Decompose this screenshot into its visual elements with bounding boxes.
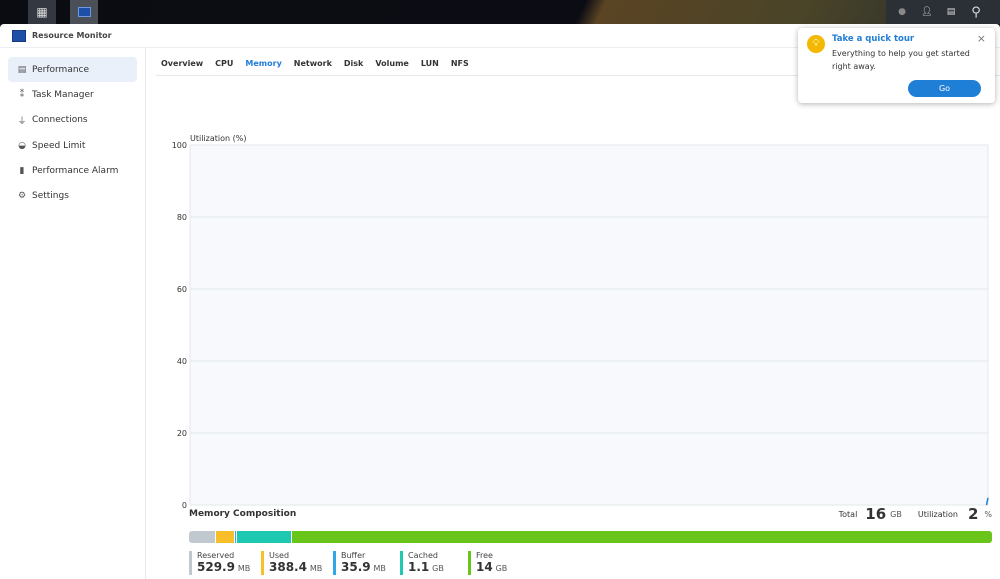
legend-label: Free	[476, 551, 493, 560]
gear-icon: ⚙	[17, 191, 27, 202]
quick-tour-popup: 💡︎ Take a quick tour Everything to help …	[798, 28, 995, 103]
legend-buffer: Buffer 35.9 MB	[333, 551, 400, 575]
legend-unit: MB	[237, 564, 251, 573]
utilization-chart: 0 20 40 60 80 100Utilization (%)	[172, 134, 989, 510]
window-title: Resource Monitor	[32, 31, 112, 40]
main-menu-button[interactable]: ▦	[28, 0, 56, 24]
sidebar-item-label: Performance	[32, 64, 90, 75]
chat-button[interactable]: ●	[888, 0, 916, 24]
y-tick-label: 100	[172, 141, 187, 150]
user-icon: 👤︎	[921, 7, 933, 17]
tab-lun[interactable]: LUN	[416, 59, 446, 68]
legend-free: Free 14 GB	[468, 551, 528, 575]
tab-network[interactable]: Network	[289, 59, 339, 68]
bar-segment-free	[290, 531, 992, 543]
tab-disk[interactable]: Disk	[339, 59, 370, 68]
legend-label: Buffer	[341, 551, 366, 560]
composition-bar	[189, 531, 992, 543]
y-tick-label: 40	[177, 357, 187, 366]
app-icon	[12, 29, 26, 42]
task-manager-icon: ⁑	[19, 89, 25, 100]
memory-composition: Memory Composition Total 16 GB Utilizati…	[189, 504, 992, 575]
tab-volume[interactable]: Volume	[370, 59, 415, 68]
utilization-value: 2	[967, 505, 979, 523]
tab-memory[interactable]: Memory	[240, 59, 288, 68]
sidebar-item-label: Connections	[32, 115, 88, 126]
legend-cached: Cached 1.1 GB	[400, 551, 468, 575]
sidebar-item-performance-alarm[interactable]: ▮ Performance Alarm	[8, 159, 137, 184]
legend-value: 35.9	[341, 560, 371, 574]
sidebar-item-task-manager[interactable]: ⁑ Task Manager	[8, 82, 137, 107]
y-tick-label: 20	[177, 429, 187, 438]
legend-value: 388.4	[269, 560, 307, 574]
sidebar-item-speed-limit[interactable]: ◒ Speed Limit	[8, 133, 137, 158]
gauge-icon: ◒	[18, 140, 26, 151]
resource-monitor-window: Resource Monitor ▤ Performance ⁑ Task Manag…	[0, 24, 1000, 579]
performance-icon: ▤	[17, 64, 27, 75]
widgets-icon: ▤	[946, 7, 956, 17]
search-button[interactable]: ⚲	[962, 0, 990, 24]
legend-unit: MB	[309, 564, 323, 573]
legend-unit: MB	[373, 564, 386, 573]
tab-cpu[interactable]: CPU	[210, 59, 240, 68]
total-value: 16	[865, 505, 887, 523]
tab-overview[interactable]: Overview	[156, 59, 210, 68]
y-tick-label: 80	[177, 213, 187, 222]
plot-area	[189, 144, 989, 506]
close-icon[interactable]: ×	[977, 32, 986, 45]
widgets-button[interactable]: ▤	[937, 0, 965, 24]
total-label: Total	[838, 509, 858, 519]
sidebar-item-connections[interactable]: ⏚ Connections	[8, 108, 137, 133]
desktop-taskbar: ▦ ● 👤︎ ▤ ⚲	[0, 0, 1000, 24]
chat-icon: ●	[898, 7, 906, 17]
bar-segment-used	[214, 531, 234, 543]
sidebar-item-label: Task Manager	[32, 89, 94, 100]
sidebar-item-label: Speed Limit	[32, 140, 86, 151]
sidebar-item-settings[interactable]: ⚙ Settings	[8, 184, 137, 209]
search-icon: ⚲	[971, 4, 981, 20]
y-axis-label: Utilization (%)	[190, 134, 246, 143]
total-unit: GB	[890, 509, 902, 519]
tab-nfs[interactable]: NFS	[446, 59, 476, 68]
legend-used: Used 388.4 MB	[261, 551, 333, 575]
go-button[interactable]: Go	[908, 80, 981, 97]
legend-label: Cached	[408, 551, 438, 560]
popup-title: Take a quick tour	[832, 34, 915, 44]
legend-value: 529.9	[197, 560, 235, 574]
legend-value: 1.1	[408, 560, 430, 574]
legend-value: 14	[476, 560, 493, 574]
legend-label: Used	[269, 551, 290, 560]
popup-body: Everything to help you get started right…	[832, 49, 970, 71]
taskbar-resource-monitor[interactable]	[70, 0, 98, 24]
legend-unit: GB	[495, 564, 508, 573]
resource-monitor-icon	[77, 7, 91, 17]
y-tick-label: 60	[177, 285, 187, 294]
y-tick-label: 0	[182, 501, 187, 510]
sidebar-item-label: Settings	[32, 191, 69, 202]
lightbulb-icon: 💡︎	[807, 35, 825, 53]
plug-icon: ⏚	[17, 116, 27, 127]
bar-segment-cached	[235, 531, 291, 543]
alarm-icon: ▮	[19, 166, 25, 177]
utilization-label: Utilization	[917, 509, 958, 519]
sidebar-item-performance[interactable]: ▤ Performance	[8, 57, 137, 82]
sidebar: ▤ Performance ⁑ Task Manager ⏚ Connections ◒ Sp…	[0, 48, 146, 579]
bar-segment-reserved	[189, 531, 215, 543]
grid-icon: ▦	[36, 5, 48, 19]
composition-legend: Reserved 529.9 MB Used 388.4 MB Buffer 35.9 M…	[189, 551, 992, 575]
legend-reserved: Reserved 529.9 MB	[189, 551, 261, 575]
utilization-unit: %	[984, 509, 992, 519]
legend-label: Reserved	[197, 551, 235, 560]
sidebar-item-label: Performance Alarm	[32, 166, 119, 177]
legend-unit: GB	[432, 564, 444, 573]
composition-title: Memory Composition	[189, 509, 297, 519]
